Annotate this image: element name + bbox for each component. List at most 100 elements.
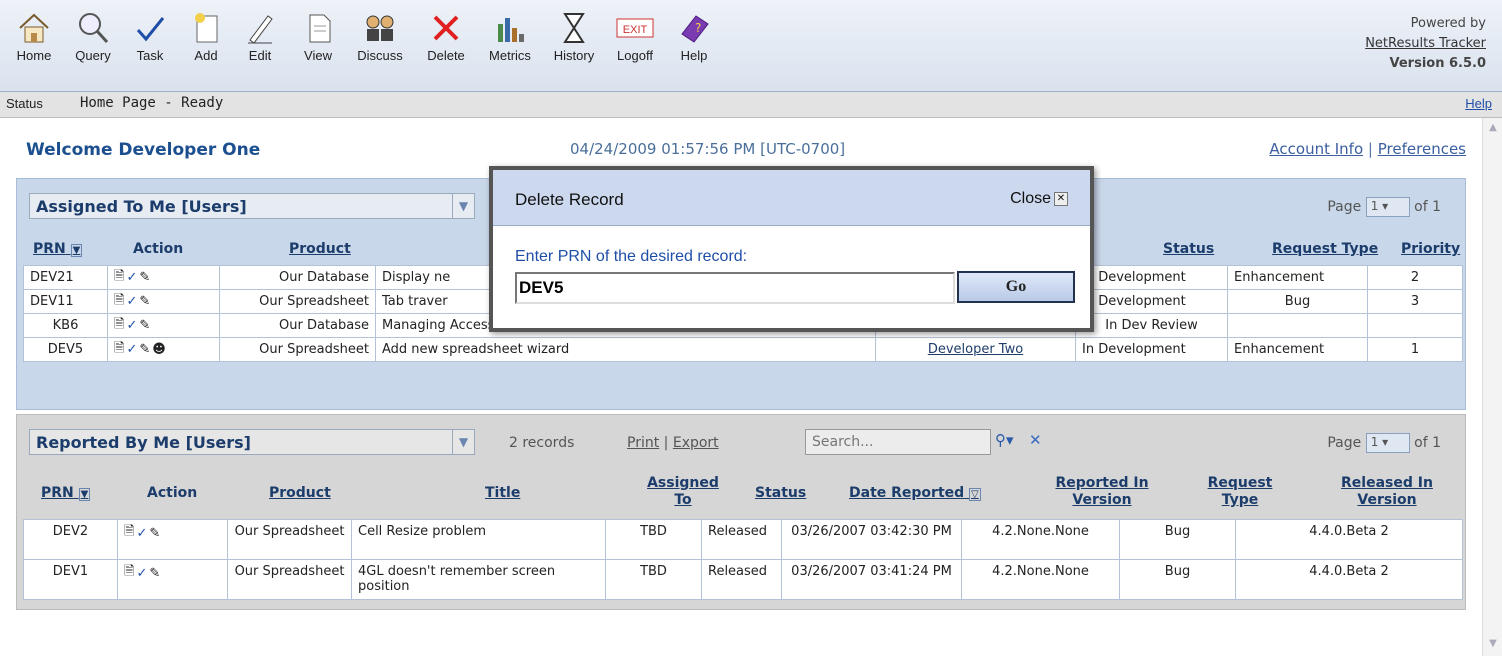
history-button[interactable]: History <box>548 6 600 76</box>
logoff-label: Logoff <box>617 48 653 63</box>
chevron-down-icon[interactable]: ▼ <box>452 430 474 454</box>
status-cell: Released <box>701 519 782 560</box>
request-type-cell: Bug <box>1119 519 1236 560</box>
reported-assigned-header[interactable]: Assigned To <box>643 475 723 509</box>
help-button[interactable]: ? Help <box>672 6 716 76</box>
scroll-up-icon[interactable]: ▲ <box>1486 122 1500 136</box>
reported-in-version-header[interactable]: Reported In Version <box>1047 475 1157 509</box>
task-check-icon[interactable]: ✓ <box>126 294 137 309</box>
reported-page-number: 1 <box>1370 435 1379 449</box>
prn-cell[interactable]: DEV5 <box>23 337 108 362</box>
assigned-pager: Page 1 ▾ of 1 <box>1327 197 1441 217</box>
dialog-close-button[interactable]: Close ✕ <box>1010 190 1068 208</box>
go-button[interactable]: Go <box>957 271 1075 303</box>
bar-chart-icon <box>498 18 524 42</box>
reported-view-select[interactable]: Reported By Me [Users] ▼ <box>29 429 475 455</box>
edit-pencil-icon[interactable]: ✎ <box>139 294 150 309</box>
reported-page-of: of 1 <box>1414 435 1441 451</box>
reported-date-header[interactable]: Date Reported ▽ <box>849 485 981 501</box>
discussion-icon[interactable]: ☻ <box>152 342 166 357</box>
links-separator: | <box>1367 140 1373 158</box>
assigned-product-header[interactable]: Product <box>289 241 351 257</box>
edit-pencil-icon[interactable]: ✎ <box>139 318 150 333</box>
scroll-down-icon[interactable]: ▼ <box>1486 638 1500 652</box>
reported-page-select[interactable]: 1 ▾ <box>1365 433 1410 453</box>
request-type-cell: Enhancement <box>1227 337 1368 362</box>
new-document-icon <box>195 13 218 43</box>
product-link[interactable]: NetResults Tracker <box>1365 36 1486 51</box>
view-document-icon[interactable]: 🗎 <box>114 315 124 337</box>
table-row[interactable]: DEV1 🗎 ✓ ✎ Our Spreadsheet 4GL doesn't rem… <box>23 559 1463 600</box>
document-icon <box>309 14 331 43</box>
prn-cell[interactable]: DEV2 <box>23 519 118 560</box>
assigned-request-type-header[interactable]: Request Type <box>1272 241 1378 257</box>
export-link[interactable]: Export <box>673 435 719 451</box>
close-icon[interactable]: ✕ <box>1054 191 1068 206</box>
powered-by-text: Powered by <box>1410 16 1486 31</box>
task-check-icon[interactable]: ✓ <box>126 318 137 333</box>
table-row[interactable]: DEV2 🗎 ✓ ✎ Our Spreadsheet Cell Resize pro… <box>23 519 1463 560</box>
print-export-links: Print | Export <box>627 435 719 451</box>
reported-version-cell: 4.2.None.None <box>961 559 1120 600</box>
reported-request-type-header[interactable]: Request Type <box>1205 475 1275 509</box>
status-help-link[interactable]: Help <box>1465 96 1492 111</box>
clear-search-icon[interactable]: ✕ <box>1029 431 1042 449</box>
reported-title-header[interactable]: Title <box>485 485 520 501</box>
table-row[interactable]: DEV5 🗎 ✓ ✎ ☻ Our Spreadsheet Add new spread… <box>23 337 1463 362</box>
reported-prn-header[interactable]: PRN ▼ <box>41 485 91 501</box>
sort-icon[interactable]: ▼ <box>70 244 83 257</box>
prn-cell[interactable]: DEV1 <box>23 559 118 600</box>
task-check-icon[interactable]: ✓ <box>136 566 147 581</box>
print-link[interactable]: Print <box>627 435 659 451</box>
reported-prn-header-text: PRN <box>41 485 74 501</box>
view-document-icon[interactable]: 🗎 <box>124 562 134 584</box>
account-info-link[interactable]: Account Info <box>1269 140 1363 158</box>
prn-input[interactable] <box>515 272 955 304</box>
view-document-icon[interactable]: 🗎 <box>114 291 124 313</box>
date-cell: 03/26/2007 03:41:24 PM <box>781 559 962 600</box>
print-export-separator: | <box>663 435 669 451</box>
filter-icon[interactable]: ▽ <box>969 488 981 501</box>
prn-cell[interactable]: KB6 <box>23 313 108 338</box>
task-button[interactable]: Task <box>128 6 172 76</box>
edit-pencil-icon[interactable]: ✎ <box>149 526 160 541</box>
edit-pencil-icon[interactable]: ✎ <box>139 270 150 285</box>
metrics-button[interactable]: Metrics <box>482 6 538 76</box>
status-cell: In Dev Review <box>1075 313 1228 338</box>
home-button[interactable]: Home <box>14 6 54 76</box>
discuss-button[interactable]: Discuss <box>350 6 410 76</box>
prn-cell[interactable]: DEV21 <box>23 265 108 290</box>
status-cell: Released <box>701 559 782 600</box>
chevron-down-icon[interactable]: ▼ <box>452 194 474 218</box>
task-check-icon[interactable]: ✓ <box>136 526 147 541</box>
assigned-status-header[interactable]: Status <box>1163 241 1214 257</box>
sort-icon[interactable]: ▼ <box>78 488 91 501</box>
reported-product-header[interactable]: Product <box>269 485 331 501</box>
released-in-version-header[interactable]: Released In Version <box>1327 475 1447 509</box>
request-type-cell: Bug <box>1227 289 1368 314</box>
assigned-priority-header[interactable]: Priority <box>1401 241 1460 257</box>
reported-status-header[interactable]: Status <box>755 485 806 501</box>
edit-pencil-icon[interactable]: ✎ <box>139 342 150 357</box>
preferences-link[interactable]: Preferences <box>1378 140 1466 158</box>
delete-button[interactable]: Delete <box>420 6 472 76</box>
task-check-icon[interactable]: ✓ <box>126 270 137 285</box>
logoff-button[interactable]: EXIT Logoff <box>610 6 660 76</box>
edit-pencil-icon[interactable]: ✎ <box>149 566 160 581</box>
view-document-icon[interactable]: 🗎 <box>124 522 134 544</box>
assigned-view-select[interactable]: Assigned To Me [Users] ▼ <box>29 193 475 219</box>
view-button[interactable]: View <box>298 6 338 76</box>
assigned-to-cell[interactable]: Developer Two <box>875 337 1076 362</box>
task-check-icon[interactable]: ✓ <box>126 342 137 357</box>
assigned-page-select[interactable]: 1 ▾ <box>1365 197 1410 217</box>
assigned-prn-header[interactable]: PRN ▼ <box>33 241 83 257</box>
view-document-icon[interactable]: 🗎 <box>114 267 124 289</box>
prn-cell[interactable]: DEV11 <box>23 289 108 314</box>
search-input[interactable] <box>805 429 991 455</box>
add-button[interactable]: Add <box>186 6 226 76</box>
view-document-icon[interactable]: 🗎 <box>114 339 124 361</box>
search-icon[interactable]: ⚲▾ <box>995 431 1014 449</box>
query-button[interactable]: Query <box>68 6 118 76</box>
vertical-scrollbar[interactable]: ▲ ▼ <box>1482 118 1502 656</box>
edit-button[interactable]: Edit <box>240 6 280 76</box>
